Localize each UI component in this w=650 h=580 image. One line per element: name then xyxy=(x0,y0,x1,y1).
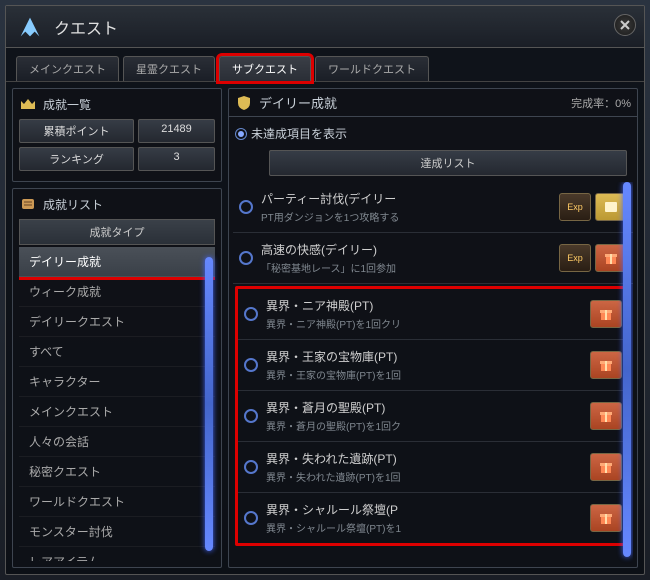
exp-icon[interactable]: Exp xyxy=(559,193,591,221)
quest-title: パーティー討伐(デイリー xyxy=(261,190,551,207)
gift-icon[interactable] xyxy=(590,504,622,532)
quest-title: 高速の快感(デイリー) xyxy=(261,241,551,258)
close-button[interactable] xyxy=(614,14,636,36)
tab-sub-quest[interactable]: サブクエスト xyxy=(219,56,311,81)
type-item-week[interactable]: ウィーク成就 xyxy=(19,277,215,307)
body: 成就一覧 累積ポイント 21489 ランキング 3 成就リスト xyxy=(6,82,644,574)
quest-item[interactable]: 異界・蒼月の聖殿(PT) 異界・蒼月の聖殿(PT)を1回ク xyxy=(238,391,628,442)
achievement-list-header: 成就リスト xyxy=(19,195,215,213)
type-item-rare[interactable]: レアアイテム xyxy=(19,547,215,561)
quest-radio[interactable] xyxy=(244,409,258,423)
achievement-list-panel: 成就リスト 成就タイプ デイリー成就 ウィーク成就 デイリークエスト すべて キ… xyxy=(12,188,222,568)
type-item-main-quest[interactable]: メインクエスト xyxy=(19,397,215,427)
tab-world-quest[interactable]: ワールドクエスト xyxy=(315,56,429,81)
crown-icon xyxy=(19,95,37,113)
quest-list: パーティー討伐(デイリー PT用ダンジョンを1つ攻略する Exp 高速の快感(デ… xyxy=(233,182,633,567)
type-item-people[interactable]: 人々の会話 xyxy=(19,427,215,457)
quest-desc: 異界・シャルール祭壇(PT)を1 xyxy=(266,520,582,535)
achievement-type-list: デイリー成就 ウィーク成就 デイリークエスト すべて キャラクター メインクエス… xyxy=(19,247,215,561)
quest-item[interactable]: 異界・失われた遺跡(PT) 異界・失われた遺跡(PT)を1回 xyxy=(238,442,628,493)
achieve-list-button[interactable]: 達成リスト xyxy=(269,150,627,176)
filter-row: 未達成項目を表示 xyxy=(229,117,637,150)
quest-icon xyxy=(16,13,44,41)
filter-label: 未達成項目を表示 xyxy=(251,125,347,142)
completion-rate: 完成率：0% xyxy=(571,95,631,111)
quest-item[interactable]: パーティー討伐(デイリー PT用ダンジョンを1つ攻略する Exp xyxy=(233,182,633,233)
gift-icon[interactable] xyxy=(590,351,622,379)
type-item-daily[interactable]: デイリー成就 xyxy=(19,247,215,277)
achievement-type-header: 成就タイプ xyxy=(19,219,215,245)
type-item-character[interactable]: キャラクター xyxy=(19,367,215,397)
gift-icon[interactable] xyxy=(590,402,622,430)
right-panel: デイリー成就 完成率：0% 未達成項目を表示 達成リスト パーティー討伐(デイリ… xyxy=(228,88,638,568)
right-title: デイリー成就 xyxy=(259,93,337,112)
type-item-secret[interactable]: 秘密クエスト xyxy=(19,457,215,487)
quest-radio[interactable] xyxy=(244,358,258,372)
type-item-world[interactable]: ワールドクエスト xyxy=(19,487,215,517)
quest-radio[interactable] xyxy=(244,511,258,525)
scroll-icon xyxy=(19,195,37,213)
quest-desc: 異界・王家の宝物庫(PT)を1回 xyxy=(266,367,582,382)
points-button[interactable]: 累積ポイント xyxy=(19,119,134,143)
gift-icon[interactable] xyxy=(590,453,622,481)
quest-item[interactable]: 異界・王家の宝物庫(PT) 異界・王家の宝物庫(PT)を1回 xyxy=(238,340,628,391)
type-item-monster[interactable]: モンスター討伐 xyxy=(19,517,215,547)
ranking-value: 3 xyxy=(138,147,215,171)
quest-radio[interactable] xyxy=(239,200,253,214)
quest-desc: 異界・蒼月の聖殿(PT)を1回ク xyxy=(266,418,582,433)
right-scrollbar[interactable] xyxy=(623,182,631,557)
quest-item[interactable]: 異界・シャルール祭壇(P 異界・シャルール祭壇(PT)を1 xyxy=(238,493,628,543)
quest-radio[interactable] xyxy=(239,251,253,265)
ranking-button[interactable]: ランキング xyxy=(19,147,134,171)
points-value: 21489 xyxy=(138,119,215,143)
tab-bar: メインクエスト 星霊クエスト サブクエスト ワールドクエスト xyxy=(6,48,644,82)
summary-title: 成就一覧 xyxy=(43,96,91,113)
window-title: クエスト xyxy=(54,15,118,39)
exp-icon[interactable]: Exp xyxy=(559,244,591,272)
left-column: 成就一覧 累積ポイント 21489 ランキング 3 成就リスト xyxy=(12,88,222,568)
quest-desc: 異界・ニア神殿(PT)を1回クリ xyxy=(266,316,582,331)
quest-title: 異界・ニア神殿(PT) xyxy=(266,297,582,314)
type-item-all[interactable]: すべて xyxy=(19,337,215,367)
left-scrollbar[interactable] xyxy=(205,257,213,551)
titlebar: クエスト xyxy=(6,6,644,48)
quest-rewards: Exp xyxy=(559,193,627,221)
quest-title: 異界・王家の宝物庫(PT) xyxy=(266,348,582,365)
filter-radio[interactable] xyxy=(235,128,247,140)
quest-window: クエスト メインクエスト 星霊クエスト サブクエスト ワールドクエスト 成就一覧… xyxy=(5,5,645,575)
quest-radio[interactable] xyxy=(244,460,258,474)
tab-spirit-quest[interactable]: 星霊クエスト xyxy=(123,56,215,81)
right-header: デイリー成就 完成率：0% xyxy=(229,89,637,117)
summary-panel: 成就一覧 累積ポイント 21489 ランキング 3 xyxy=(12,88,222,182)
quest-title: 異界・失われた遺跡(PT) xyxy=(266,450,582,467)
tab-main-quest[interactable]: メインクエスト xyxy=(16,56,119,81)
highlighted-group: 異界・ニア神殿(PT) 異界・ニア神殿(PT)を1回クリ 異界・王家の宝物庫(P… xyxy=(235,286,631,546)
achievement-list-title: 成就リスト xyxy=(43,196,103,213)
quest-rewards: Exp xyxy=(559,244,627,272)
type-item-daily-quest[interactable]: デイリークエスト xyxy=(19,307,215,337)
quest-desc: 「秘密基地レース」に1回参加 xyxy=(261,260,551,275)
quest-title: 異界・シャルール祭壇(P xyxy=(266,501,582,518)
quest-radio[interactable] xyxy=(244,307,258,321)
summary-header: 成就一覧 xyxy=(19,95,215,113)
quest-item[interactable]: 高速の快感(デイリー) 「秘密基地レース」に1回参加 Exp xyxy=(233,233,633,284)
shield-icon xyxy=(235,94,253,112)
quest-desc: 異界・失われた遺跡(PT)を1回 xyxy=(266,469,582,484)
quest-item[interactable]: 異界・ニア神殿(PT) 異界・ニア神殿(PT)を1回クリ xyxy=(238,289,628,340)
gift-icon[interactable] xyxy=(590,300,622,328)
quest-desc: PT用ダンジョンを1つ攻略する xyxy=(261,209,551,224)
quest-title: 異界・蒼月の聖殿(PT) xyxy=(266,399,582,416)
